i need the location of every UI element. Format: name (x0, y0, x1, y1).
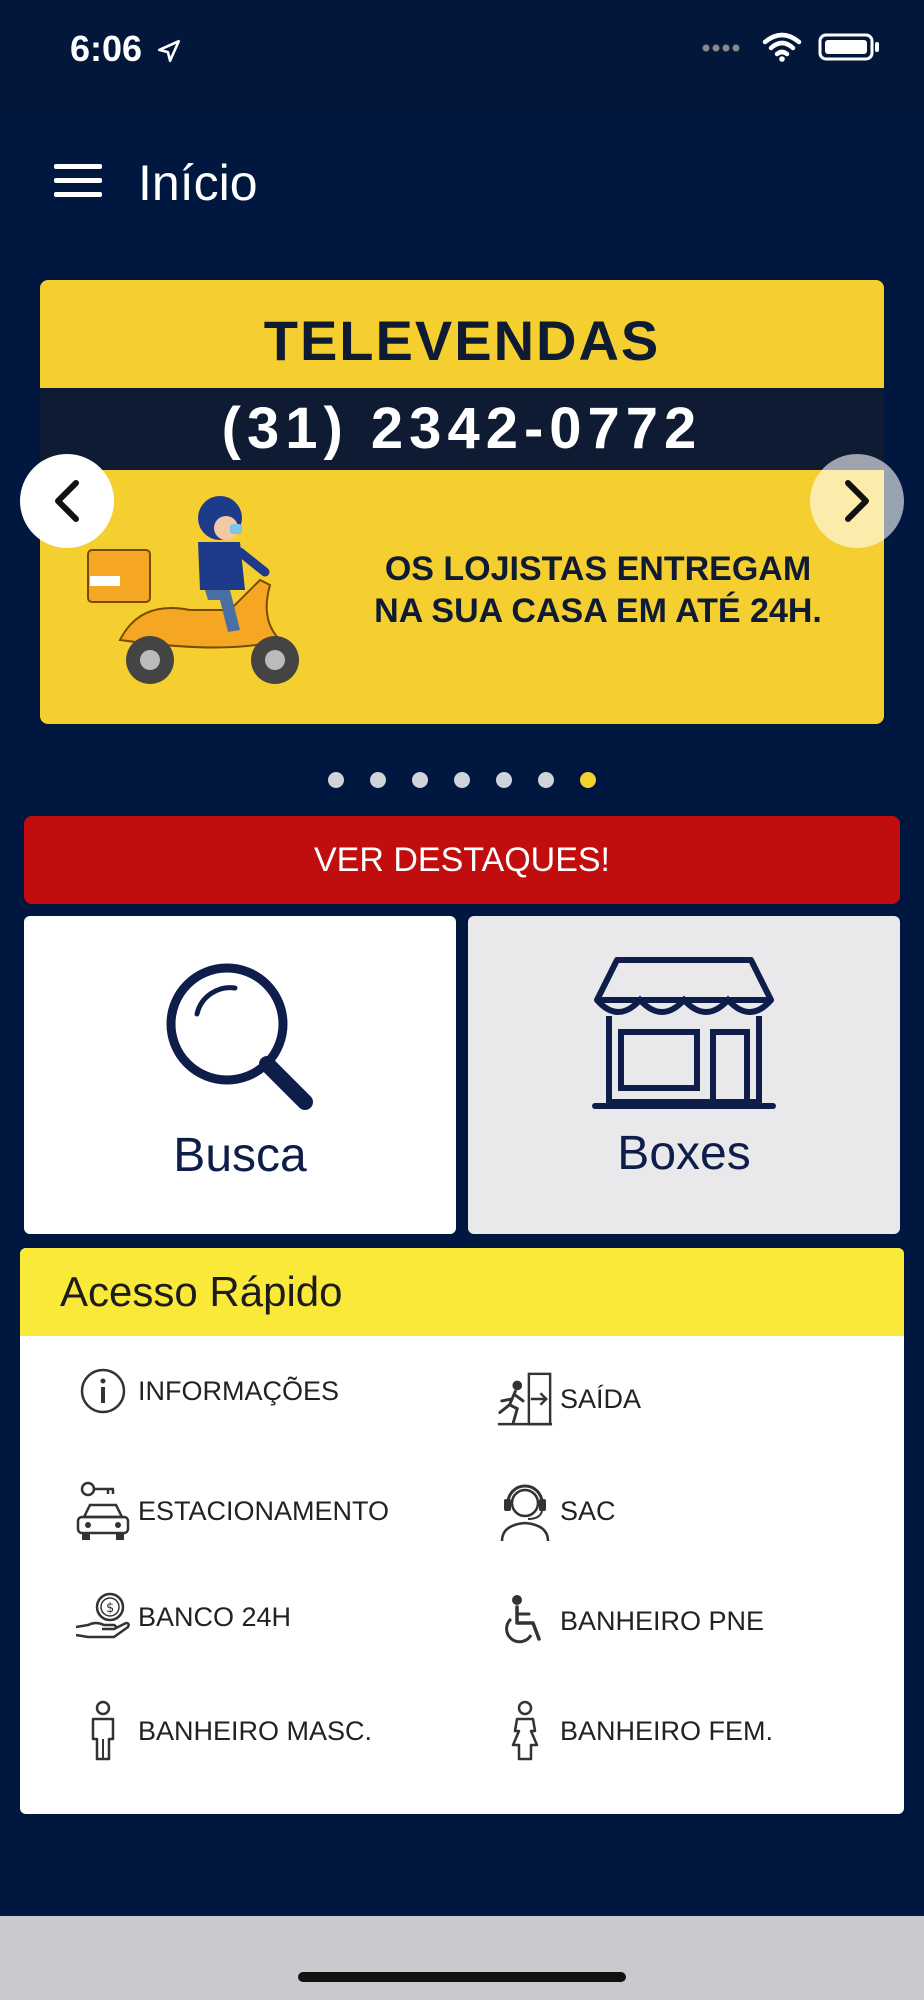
delivery-scooter-illustration (87, 496, 299, 684)
promo-banner[interactable]: TELEVENDAS (31) 2342-0772 OS LOJISTAS EN… (40, 280, 884, 724)
carousel-dot[interactable] (412, 772, 428, 788)
quick-item-female-restroom[interactable]: BANHEIRO FEM. (496, 1698, 773, 1764)
status-icons (702, 32, 880, 62)
carousel-dot[interactable] (328, 772, 344, 788)
search-tile[interactable]: Busca (24, 916, 456, 1234)
quick-item-bank[interactable]: $ BANCO 24H (74, 1584, 291, 1650)
parking-car-icon (74, 1478, 132, 1544)
signal-icon (702, 44, 740, 52)
quick-item-label: BANHEIRO MASC. (138, 1715, 373, 1746)
carousel-dot-active[interactable] (580, 772, 596, 788)
carousel-dot[interactable] (496, 772, 512, 788)
hamburger-menu-icon[interactable] (54, 164, 102, 198)
see-highlights-button[interactable]: VER DESTAQUES! (24, 816, 900, 904)
boxes-tile[interactable]: Boxes (468, 916, 900, 1234)
location-arrow-icon (158, 40, 181, 63)
exit-icon (496, 1366, 554, 1432)
quick-item-label: SAÍDA (560, 1383, 642, 1414)
quick-item-label: BANHEIRO PNE (560, 1605, 765, 1636)
quick-item-label: INFORMAÇÕES (138, 1375, 340, 1406)
page-title: Início (138, 155, 258, 211)
quick-item-parking[interactable]: ESTACIONAMENTO (74, 1478, 389, 1544)
banner-phone: (31) 2342-0772 (40, 388, 884, 470)
quick-access-panel: Acesso Rápido INFORMAÇÕES SAÍDA ESTACION… (20, 1248, 904, 1814)
battery-icon (818, 33, 879, 61)
quick-item-sac[interactable]: SAC (496, 1478, 616, 1544)
wheelchair-icon (496, 1588, 554, 1654)
home-indicator-area (0, 1916, 924, 2000)
quick-item-label: BANCO 24H (138, 1601, 292, 1632)
carousel-dot[interactable] (538, 772, 554, 788)
carousel-dot[interactable] (370, 772, 386, 788)
boxes-tile-label: Boxes (617, 1127, 751, 1180)
status-time: 6:06 (70, 28, 182, 70)
coin-hand-icon: $ (74, 1584, 132, 1650)
chevron-right-icon (845, 480, 869, 522)
app-header: Início (0, 108, 924, 258)
carousel-next-button[interactable] (810, 454, 904, 548)
quick-item-label: SAC (560, 1495, 616, 1526)
male-icon (74, 1698, 132, 1764)
quick-item-label: BANHEIRO FEM. (560, 1715, 774, 1746)
quick-item-label: ESTACIONAMENTO (138, 1495, 390, 1526)
quick-item-male-restroom[interactable]: BANHEIRO MASC. (74, 1698, 372, 1764)
store-icon (592, 957, 776, 1109)
carousel-prev-button[interactable] (20, 454, 114, 548)
quick-item-info[interactable]: INFORMAÇÕES (74, 1358, 339, 1424)
svg-text:$: $ (106, 1601, 114, 1616)
female-icon (496, 1698, 554, 1764)
headset-support-icon (496, 1478, 554, 1544)
banner-subtitle: OS LOJISTAS ENTREGAM NA SUA CASA EM ATÉ … (374, 550, 822, 630)
quick-item-exit[interactable]: SAÍDA (496, 1366, 641, 1432)
banner-title: TELEVENDAS (263, 309, 661, 372)
wifi-icon (762, 32, 802, 62)
search-tile-label: Busca (173, 1129, 307, 1182)
carousel-pagination (0, 772, 924, 788)
chevron-left-icon (55, 480, 79, 522)
status-bar: 6:06 (0, 0, 924, 108)
search-icon (166, 963, 313, 1110)
home-indicator[interactable] (298, 1972, 626, 1982)
info-icon (74, 1358, 132, 1424)
quick-item-accessible-restroom[interactable]: BANHEIRO PNE (496, 1588, 764, 1654)
carousel-dot[interactable] (454, 772, 470, 788)
quick-access-title: Acesso Rápido (20, 1248, 904, 1336)
